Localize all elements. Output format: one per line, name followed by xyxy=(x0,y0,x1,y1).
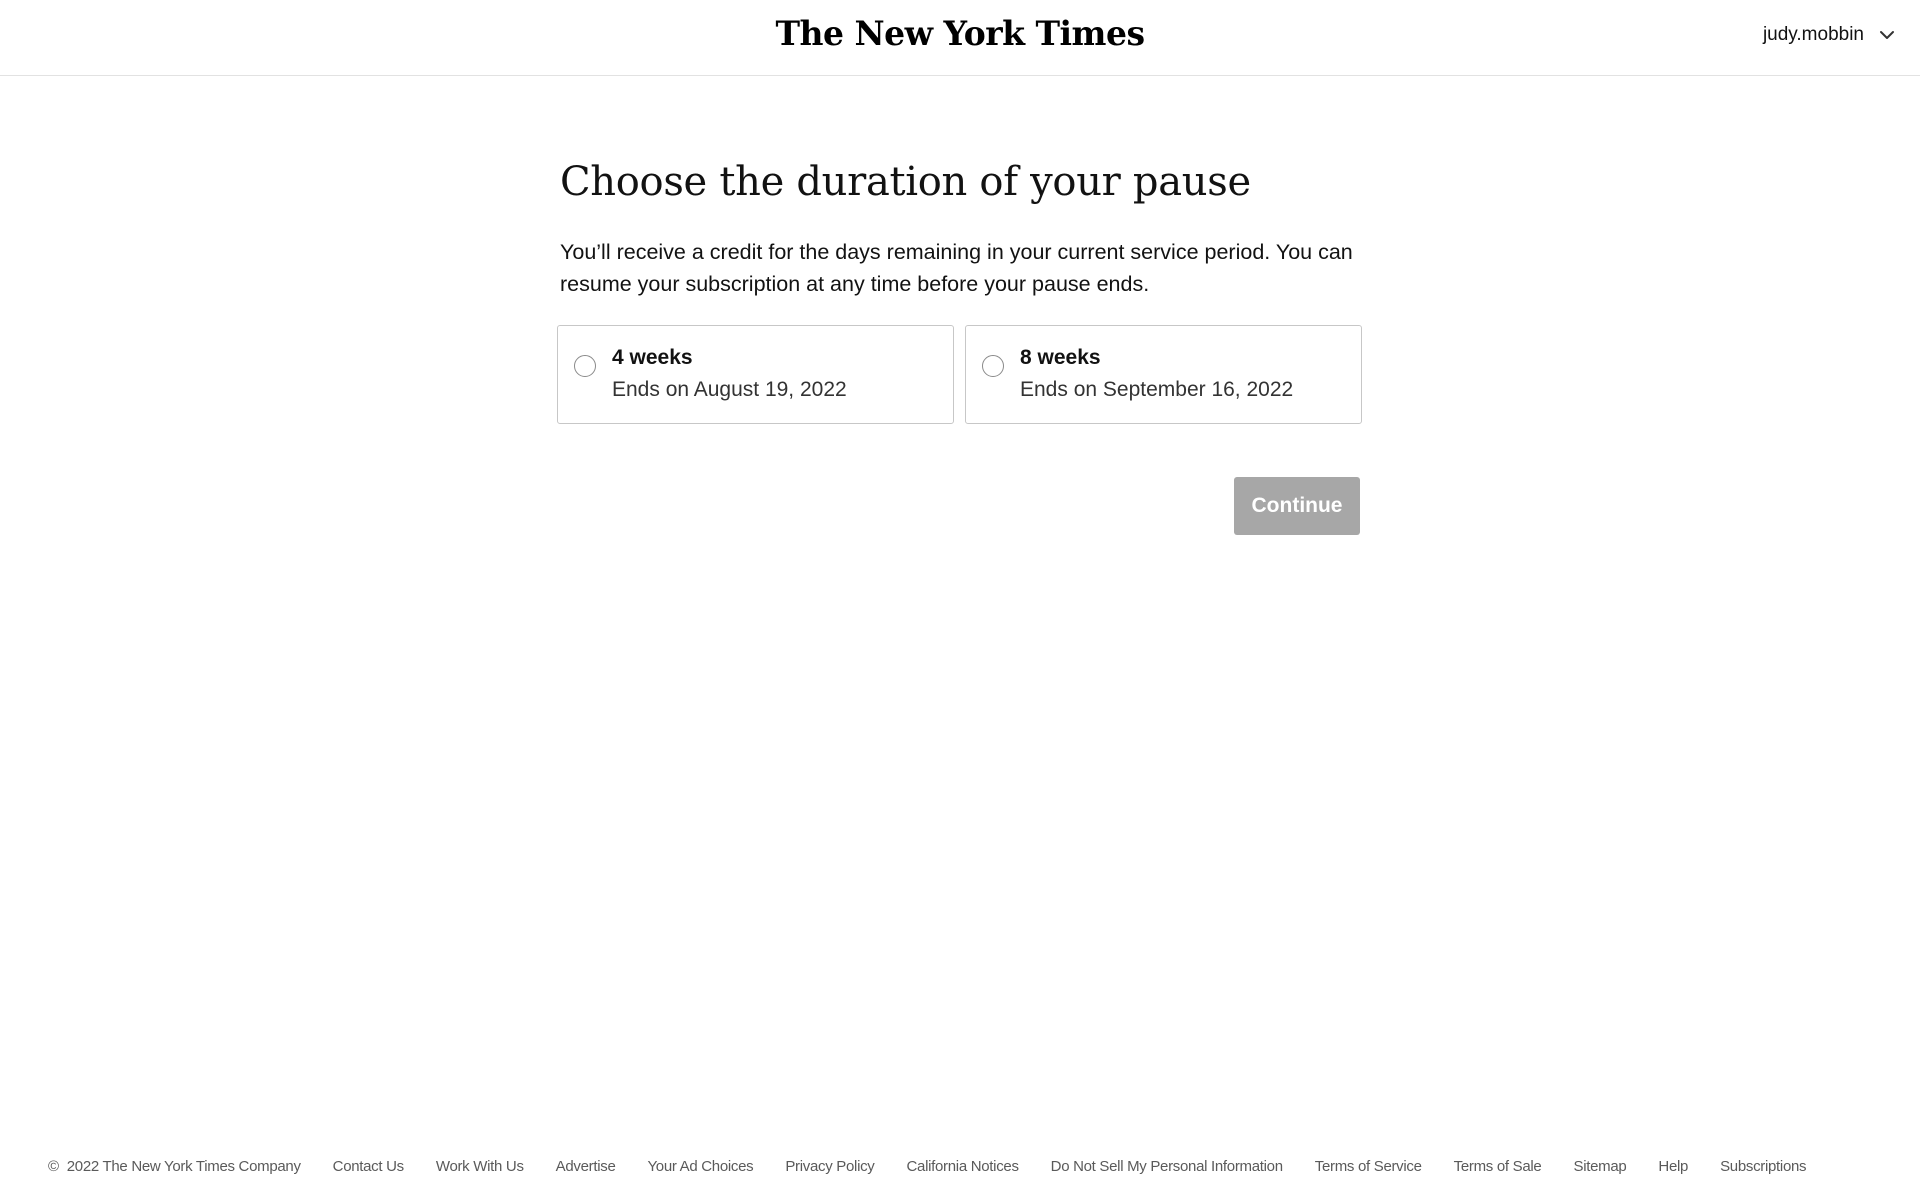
option-text: 4 weeks Ends on August 19, 2022 xyxy=(612,342,847,406)
radio-button[interactable] xyxy=(982,355,1004,377)
option-text: 8 weeks Ends on September 16, 2022 xyxy=(1020,342,1293,406)
page-description: You’ll receive a credit for the days rem… xyxy=(560,240,1353,296)
footer-link-subscriptions[interactable]: Subscriptions xyxy=(1720,1158,1806,1175)
copyright-symbol: © xyxy=(48,1157,59,1175)
site-footer: © 2022 The New York Times Company Contac… xyxy=(48,1153,1807,1179)
option-4-weeks[interactable]: 4 weeks Ends on August 19, 2022 xyxy=(557,325,954,424)
chevron-down-icon[interactable] xyxy=(1874,22,1900,48)
footer-link-privacy-policy[interactable]: Privacy Policy xyxy=(785,1158,874,1175)
radio-button[interactable] xyxy=(574,355,596,377)
option-8-weeks[interactable]: 8 weeks Ends on September 16, 2022 xyxy=(965,325,1362,424)
pause-duration-form: Choose the duration of your pause You’ll… xyxy=(557,150,1364,535)
footer-link-ad-choices[interactable]: Your Ad Choices xyxy=(647,1158,753,1175)
footer-link-work-with-us[interactable]: Work With Us xyxy=(436,1158,524,1175)
option-title: 4 weeks xyxy=(612,346,693,369)
continue-button[interactable]: Continue xyxy=(1234,477,1360,535)
nyt-logo[interactable]: The New York Times xyxy=(0,14,1920,54)
footer-link-california-notices[interactable]: California Notices xyxy=(907,1158,1019,1175)
site-header: The New York Times judy.mobbin xyxy=(0,0,1920,76)
footer-link-advertise[interactable]: Advertise xyxy=(556,1158,616,1175)
option-end-date: Ends on September 16, 2022 xyxy=(1020,378,1294,401)
footer-link-help[interactable]: Help xyxy=(1658,1158,1688,1175)
footer-link-do-not-sell[interactable]: Do Not Sell My Personal Information xyxy=(1051,1158,1283,1175)
account-name[interactable]: judy.mobbin xyxy=(1763,24,1864,46)
footer-link-sitemap[interactable]: Sitemap xyxy=(1573,1158,1626,1175)
footer-link-terms-of-sale[interactable]: Terms of Sale xyxy=(1454,1158,1542,1175)
logo-text[interactable]: The New York Times xyxy=(773,14,1146,54)
footer-link-terms-of-service[interactable]: Terms of Service xyxy=(1315,1158,1422,1175)
duration-options: 4 weeks Ends on August 19, 2022 8 weeks … xyxy=(557,325,1362,424)
account-menu-button[interactable]: judy.mobbin xyxy=(1763,20,1900,50)
copyright-text: 2022 The New York Times Company xyxy=(66,1157,301,1175)
option-title: 8 weeks xyxy=(1020,346,1101,369)
page-title: Choose the duration of your pause xyxy=(560,159,1251,205)
option-end-date: Ends on August 19, 2022 xyxy=(612,378,847,401)
copyright: © 2022 The New York Times Company xyxy=(48,1158,301,1175)
footer-link-contact-us[interactable]: Contact Us xyxy=(333,1158,405,1175)
